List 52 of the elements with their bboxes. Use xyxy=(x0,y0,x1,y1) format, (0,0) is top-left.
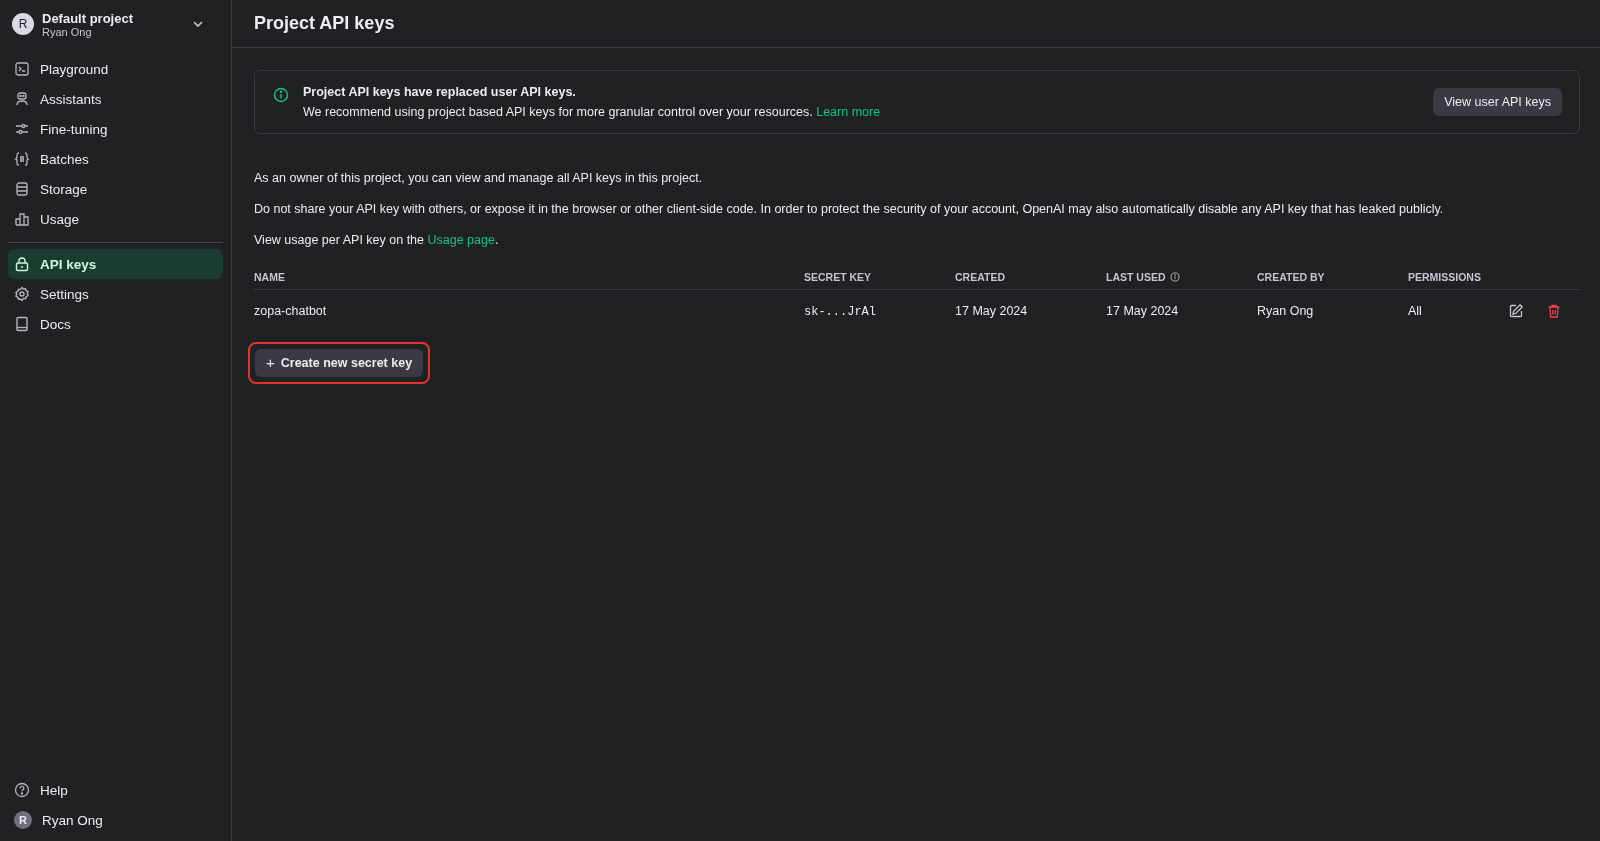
table-cell: 17 May 2024 xyxy=(1106,304,1179,318)
banner-title: Project API keys have replaced user API keys. xyxy=(303,85,577,99)
robot-icon xyxy=(14,91,30,107)
table-cell: sk-...JrAl xyxy=(804,304,876,319)
sidebar-item[interactable]: Assistants xyxy=(8,84,223,114)
sidebar-item[interactable]: Fine-tuning xyxy=(8,114,223,144)
banner-text: We recommend using project based API keys for more granular control over your resources. Learn more xyxy=(303,105,882,119)
project-owner: Ryan Ong xyxy=(42,25,92,38)
sidebar-item[interactable]: Usage xyxy=(8,204,223,234)
table-cell: Ryan Ong xyxy=(1257,304,1314,318)
lock-icon xyxy=(14,256,30,272)
project-avatar: R xyxy=(12,13,34,35)
bar-chart-icon xyxy=(14,211,30,227)
column-header: CREATED BY xyxy=(1257,271,1325,283)
sidebar-item[interactable]: Batches xyxy=(8,144,223,174)
user-menu[interactable]: R Ryan Ong xyxy=(8,805,223,835)
user-avatar: R xyxy=(14,811,32,829)
column-header: SECRET KEY xyxy=(804,271,872,283)
info-icon xyxy=(1169,272,1180,282)
column-header: LAST USED xyxy=(1106,271,1166,283)
table-cell: All xyxy=(1408,304,1422,318)
book-icon xyxy=(14,316,30,332)
help-icon xyxy=(14,782,30,798)
table-cell: 17 May 2024 xyxy=(955,304,1028,318)
column-header: PERMISSIONS xyxy=(1408,271,1481,283)
page-title: Project API keys xyxy=(254,13,395,34)
info-icon xyxy=(273,87,289,103)
table-cell: zopa-chatbot xyxy=(254,304,327,318)
settings-icon xyxy=(14,286,30,302)
column-header: NAME xyxy=(254,271,285,283)
sidebar-item[interactable]: Docs xyxy=(8,309,223,339)
sidebar-item[interactable]: Playground xyxy=(8,54,223,84)
braces-icon xyxy=(14,151,30,167)
description-text: Do not share your API key with others, or expose it in the browser or other client-side code. In order to protect the security of your account, OpenAI may also automatically disable any API key that has leaked publicly. xyxy=(254,201,1445,217)
terminal-icon xyxy=(14,61,30,77)
sliders-icon xyxy=(14,121,30,137)
usage-text: View usage per API key on the Usage page. xyxy=(254,232,500,248)
usage-page-link[interactable]: Usage page xyxy=(427,233,495,247)
view-user-api-keys-button[interactable]: View user API keys xyxy=(1433,88,1562,116)
database-icon xyxy=(14,181,30,197)
edit-icon[interactable] xyxy=(1508,303,1524,319)
project-name: Default project xyxy=(42,10,134,26)
project-switcher[interactable]: R Default project Ryan Ong xyxy=(8,0,223,48)
create-secret-key-button[interactable]: + Create new secret key xyxy=(255,349,424,377)
description-text: As an owner of this project, you can view and manage all API keys in this project. xyxy=(254,170,704,186)
learn-more-link[interactable]: Learn more xyxy=(816,105,881,119)
help-link[interactable]: Help xyxy=(8,775,223,805)
trash-icon[interactable] xyxy=(1546,303,1562,319)
column-header: CREATED xyxy=(955,271,1005,283)
sidebar-item[interactable]: Storage xyxy=(8,174,223,204)
sidebar-item[interactable]: API keys xyxy=(8,249,223,279)
sidebar-item[interactable]: Settings xyxy=(8,279,223,309)
